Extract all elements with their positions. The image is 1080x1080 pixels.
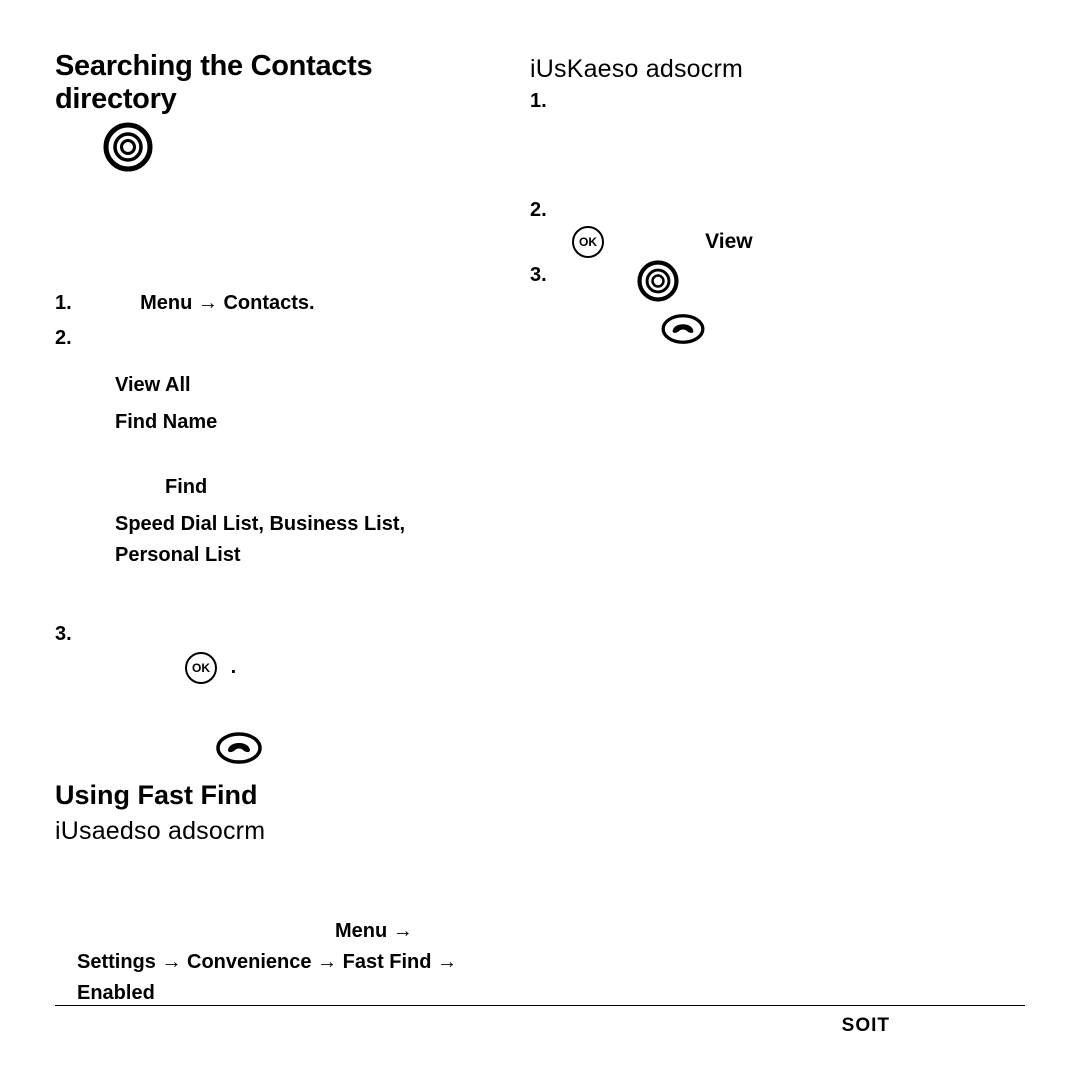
step-number: 1.: [55, 288, 85, 319]
nav-ring-icon: [103, 122, 153, 178]
view-label: View: [705, 230, 752, 253]
option-personal-list: Personal List: [115, 540, 485, 571]
heading-using-fast-find: Using Fast Find: [55, 780, 485, 811]
step-number: 1.: [530, 86, 970, 117]
step-number: 3.: [55, 619, 85, 650]
call-icon: [215, 730, 263, 772]
period: .: [231, 656, 237, 678]
step-number: 3.: [530, 260, 560, 291]
footer-divider: [55, 1005, 1025, 1006]
footer-label: SOIT: [842, 1015, 890, 1037]
heading-searching-contacts: Searching the Contacts directory: [55, 50, 485, 116]
menu-contacts-label: Menu → Contacts.: [140, 292, 314, 314]
option-find: Find: [165, 472, 485, 503]
path-menu: Menu →: [335, 916, 485, 947]
subtext-right: iUsKaeso adsocrm: [530, 55, 970, 84]
option-view-all: View All: [115, 370, 485, 401]
option-lists: Speed Dial List, Business List,: [115, 509, 485, 540]
ok-icon: OK: [572, 226, 604, 258]
step-number: 2.: [55, 323, 85, 354]
call-icon: [660, 312, 706, 352]
path-settings: Settings → Convenience → Fast Find →: [77, 947, 485, 978]
ok-icon: OK: [185, 652, 217, 684]
nav-ring-icon: [637, 260, 679, 312]
option-find-name: Find Name: [115, 407, 485, 438]
step-number: 2.: [530, 195, 970, 226]
subtext-fast-find: iUsaedso adsocrm: [55, 817, 485, 846]
